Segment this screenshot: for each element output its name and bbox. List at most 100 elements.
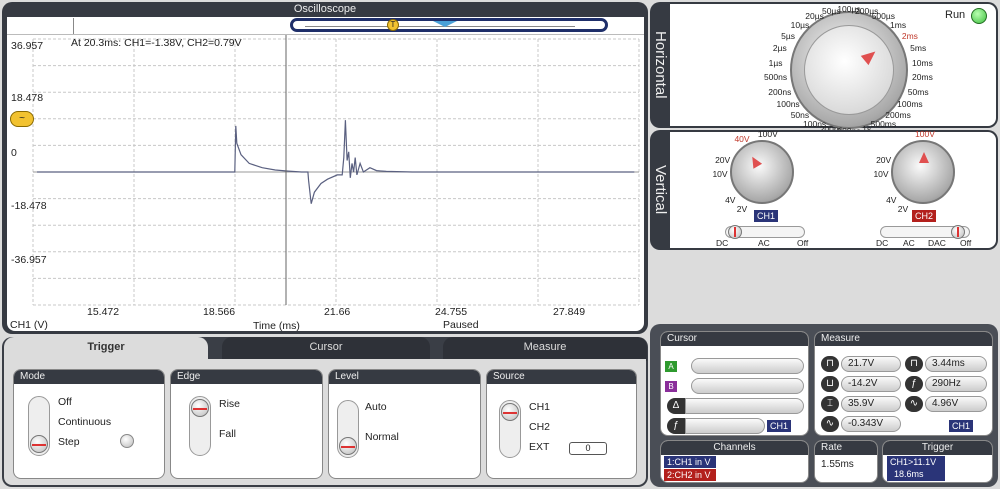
ch2-volts-dial[interactable] <box>891 140 955 204</box>
ch2-coupling-knob[interactable] <box>951 225 965 239</box>
min-icon: ⊔ <box>821 376 839 392</box>
timebase-label[interactable]: 50ns <box>791 110 809 120</box>
level-option[interactable]: Auto <box>365 401 387 413</box>
plot-area[interactable]: T At 20.3ms: CH1=-1.38V, CH2=0.79V 36.95… <box>7 17 644 331</box>
ch1-volts-dial[interactable] <box>730 140 794 204</box>
measure-min-value: -14.2V <box>841 376 901 392</box>
ch2-volts-label[interactable]: 100V <box>915 129 935 139</box>
ch1-volts-label[interactable]: 10V <box>712 169 727 179</box>
x-tick-label: 15.472 <box>87 306 120 318</box>
ext-level-input[interactable]: 0 <box>569 442 607 455</box>
timebase-label[interactable]: 2ms <box>902 31 918 41</box>
ch1-volts-label[interactable]: 4V <box>725 195 735 205</box>
x-axis-label: Time (ms) <box>253 320 300 331</box>
timebase-label[interactable]: 500ms <box>871 119 897 129</box>
edge-title: Edge <box>171 370 322 384</box>
x-tick-label: 18.566 <box>203 306 236 318</box>
mode-option[interactable]: Step <box>58 436 80 448</box>
mode-option[interactable]: Off <box>58 396 72 408</box>
ch2-volts-label[interactable]: 20V <box>876 155 891 165</box>
x-tick-label: 21.66 <box>324 306 351 318</box>
coupling-label: Off <box>797 238 809 248</box>
ch2-volts-label[interactable]: 2V <box>898 204 908 214</box>
mean-icon: ∿ <box>821 416 839 432</box>
timebase-label[interactable]: 50ms <box>908 87 929 97</box>
period-icon: ⊓ <box>905 356 923 372</box>
ch1-coupling-knob[interactable] <box>728 225 742 239</box>
scope-chart[interactable] <box>7 17 644 331</box>
measure-mean-value: -0.343V <box>841 416 901 432</box>
channel-item-ch2[interactable]: 2:CH2 in V <box>664 469 716 481</box>
edge-option[interactable]: Fall <box>219 428 236 440</box>
rate-group: Rate 1.55ms <box>814 440 878 483</box>
run-indicator-icon[interactable] <box>971 8 987 24</box>
source-option[interactable]: CH1 <box>529 401 550 413</box>
tab-measure[interactable]: Measure <box>443 337 647 361</box>
timebase-label[interactable]: 20ms <box>912 72 933 82</box>
level-slider[interactable] <box>337 400 359 458</box>
step-button[interactable] <box>120 434 134 448</box>
cursor-channel-tag[interactable]: CH1 <box>767 420 792 432</box>
edge-knob[interactable] <box>191 399 209 417</box>
timebase-label[interactable]: 2µs <box>773 43 787 53</box>
timebase-label[interactable]: 5µs <box>781 31 795 41</box>
peak-to-peak-icon: ⌶ <box>821 396 839 412</box>
oscilloscope-panel: Oscilloscope T At 20.3ms: CH1=-1.38V, CH… <box>2 2 648 334</box>
edge-slider[interactable] <box>189 396 211 456</box>
ch2-volts-label[interactable]: 4V <box>886 195 896 205</box>
cursor-title: Cursor <box>661 332 808 346</box>
source-group: Source CH1 CH2 EXT 0 <box>486 369 637 479</box>
mode-knob[interactable] <box>30 435 48 453</box>
measure-title: Measure <box>815 332 992 346</box>
cursor-readout: At 20.3ms: CH1=-1.38V, CH2=0.79V <box>71 37 242 49</box>
trigger-level-icon[interactable]: ~ <box>10 111 34 127</box>
delta-icon: Δ <box>667 398 685 414</box>
ch1-volts-label[interactable]: 40V <box>734 134 749 144</box>
timebase-label[interactable]: 100ns <box>777 99 800 109</box>
mode-option[interactable]: Continuous <box>58 416 111 428</box>
timebase-label[interactable]: 200ns <box>768 87 791 97</box>
mode-title: Mode <box>14 370 164 384</box>
ch1-volts-label[interactable]: 100V <box>758 129 778 139</box>
ch2-coupling-slider[interactable] <box>880 225 970 239</box>
source-option[interactable]: CH2 <box>529 421 550 433</box>
cursor-a-value <box>691 358 804 374</box>
x-tick-label: 24.755 <box>435 306 468 318</box>
timebase-label[interactable]: 10ms <box>912 58 933 68</box>
frequency-icon: ƒ <box>667 418 685 434</box>
cursor-group: Cursor A B Δ ƒ CH1 <box>660 331 809 436</box>
y-tick-label: -36.957 <box>11 254 47 266</box>
ch1-volts-label[interactable]: 2V <box>737 204 747 214</box>
vertical-title: Vertical <box>652 165 669 215</box>
timebase-label[interactable]: 1µs <box>769 58 783 68</box>
y-tick-label: 36.957 <box>11 40 44 52</box>
edge-option[interactable]: Rise <box>219 398 240 410</box>
ch1-volts-label[interactable]: 20V <box>715 155 730 165</box>
level-knob[interactable] <box>339 437 357 455</box>
level-option[interactable]: Normal <box>365 431 399 443</box>
rms-icon: ∿ <box>905 396 923 412</box>
coupling-label: DAC <box>928 238 946 248</box>
timebase-label[interactable]: 1ms <box>890 20 906 30</box>
timebase-label[interactable]: 5ms <box>910 43 926 53</box>
timebase-label[interactable]: 100ms <box>897 99 923 109</box>
mode-slider[interactable] <box>28 396 50 456</box>
tab-cursor[interactable]: Cursor <box>222 337 430 361</box>
channel-item-ch1[interactable]: 1:CH1 in V <box>664 456 716 468</box>
timebase-label[interactable]: 500ns <box>764 72 787 82</box>
frequency-measure-icon: ƒ <box>905 376 923 392</box>
trigger-condition: CH1>11.1V <box>890 457 937 467</box>
measure-pp-value: 35.9V <box>841 396 901 412</box>
measure-channel-tag[interactable]: CH1 <box>949 420 974 432</box>
channels-group: Channels 1:CH1 in V 2:CH2 in V <box>660 440 809 483</box>
source-knob[interactable] <box>501 403 519 421</box>
source-slider[interactable] <box>499 400 521 458</box>
ch2-volts-label[interactable]: 10V <box>873 169 888 179</box>
ch1-tag: CH1 <box>754 210 779 222</box>
vertical-controls: CH1 CH2 DC AC Off DC AC DAC Off 40V 100V 2… <box>670 129 996 248</box>
tab-trigger[interactable]: Trigger <box>4 337 208 361</box>
timebase-label[interactable]: 50µs <box>822 6 841 16</box>
ch1-coupling-slider[interactable] <box>725 225 805 239</box>
status-label: Paused <box>443 319 479 331</box>
source-option[interactable]: EXT <box>529 441 549 453</box>
